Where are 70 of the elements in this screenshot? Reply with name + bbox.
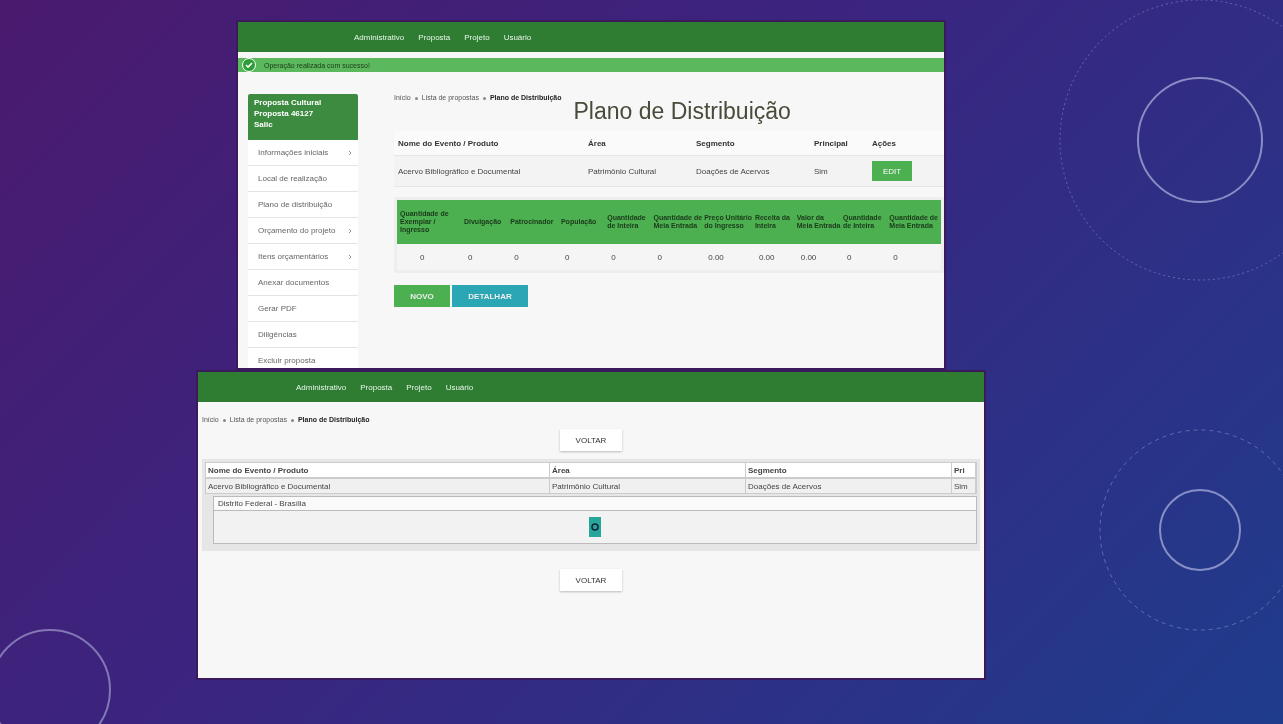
table-cell-text: 0 <box>466 252 474 262</box>
sidebar-item-label: Gerar PDF <box>258 304 297 313</box>
table-cell-text: 0 <box>513 252 520 262</box>
sidebar-tag: Salic <box>254 120 352 129</box>
table-cell-text: 0 <box>610 252 617 262</box>
sidebar-item-label: Itens orçamentários <box>258 252 329 261</box>
column-header: Nome do Evento / Produto <box>206 463 550 477</box>
sidebar-item-label: Diligências <box>258 330 297 339</box>
column-header: Pri <box>952 463 976 477</box>
sidebar-item[interactable]: Local de realização <box>248 166 358 192</box>
table-cell-text: 0.00 <box>757 252 776 262</box>
table-cell-text: 0 <box>656 252 663 262</box>
sidebar-title: Proposta Cultural <box>254 98 323 107</box>
breadcrumb-separator-icon <box>290 419 294 422</box>
breadcrumb-separator-icon <box>222 419 226 422</box>
column-header: Principal <box>814 138 849 148</box>
sidebar-item-label: Local de realização <box>258 174 327 183</box>
chevron-right-icon <box>348 227 352 234</box>
sidebar-item-label: Plano de distribuição <box>258 200 333 209</box>
breadcrumb-separator-icon <box>482 97 486 100</box>
nav-link[interactable]: Proposta <box>418 32 451 42</box>
table-cell-text: 0 <box>563 252 571 262</box>
check-circle-icon <box>242 58 256 72</box>
column-header: Nome do Evento / Produto <box>398 138 500 148</box>
page-title: Plano de Distribuição <box>573 98 791 125</box>
back-button[interactable]: VOLTAR <box>560 429 622 451</box>
sidebar-item[interactable]: Itens orçamentários <box>248 244 358 270</box>
sidebar-item[interactable]: Gerar PDF <box>248 296 358 322</box>
sidebar-item-label: Informações iniciais <box>258 148 329 157</box>
table-cell-text: Patrimônio Cultural <box>588 166 658 176</box>
nav-link[interactable]: Projeto <box>406 382 432 392</box>
nav-link[interactable]: Usuário <box>503 32 532 42</box>
sidebar-item[interactable]: Anexar documentos <box>248 270 358 296</box>
nav-link[interactable]: Usuário <box>445 382 474 392</box>
sidebar-item[interactable]: Informações iniciais <box>248 140 358 166</box>
table-cell-text: 0 <box>419 252 426 262</box>
table-cell-text: 0.00 <box>799 252 818 262</box>
table-cell: Patrimônio Cultural <box>550 479 746 493</box>
column-header: Segmento <box>746 463 952 477</box>
table-cell: Doações de Acervos <box>746 479 952 493</box>
nav-link[interactable]: Administrativo <box>296 382 347 392</box>
table-cell: Sim <box>952 479 976 493</box>
table-cell-text: Sim <box>814 166 829 176</box>
column-header: Área <box>550 463 746 477</box>
sidebar-item[interactable]: Orçamento do projeto <box>248 218 358 244</box>
table-cell-text: 0.00 <box>707 252 725 262</box>
table-cell-text: 0 <box>892 252 899 262</box>
breadcrumb-separator-icon <box>414 97 418 100</box>
chevron-right-icon <box>348 149 352 156</box>
view-button[interactable] <box>589 517 601 537</box>
nav-link[interactable]: Projeto <box>464 32 490 42</box>
sidebar-item[interactable]: Diligências <box>248 322 358 348</box>
nav-link[interactable]: Administrativo <box>354 32 405 42</box>
location-cell: Distrito Federal - Brasília <box>214 497 976 511</box>
sidebar-item-label: Excluir proposta <box>258 356 316 365</box>
chevron-right-icon <box>348 253 352 260</box>
sidebar-subtitle: Proposta 46127 <box>254 109 315 118</box>
back-button[interactable]: VOLTAR <box>560 569 622 591</box>
sidebar-item-label: Anexar documentos <box>258 278 330 287</box>
table-cell-text: Doações de Acervos <box>696 166 771 176</box>
sidebar-item-label: Orçamento do projeto <box>258 226 336 235</box>
column-header: Segmento <box>696 138 736 148</box>
table-cell: Acervo Bibliográfico e Documental <box>206 479 550 493</box>
sidebar-item[interactable]: Plano de distribuição <box>248 192 358 218</box>
column-header: Área <box>588 138 607 148</box>
nav-link[interactable]: Proposta <box>360 382 393 392</box>
table-cell-text: Acervo Bibliográfico e Documental <box>398 166 522 176</box>
table-cell-text: 0 <box>846 252 853 262</box>
column-header: Ações <box>872 138 897 148</box>
circle-icon <box>591 523 599 531</box>
